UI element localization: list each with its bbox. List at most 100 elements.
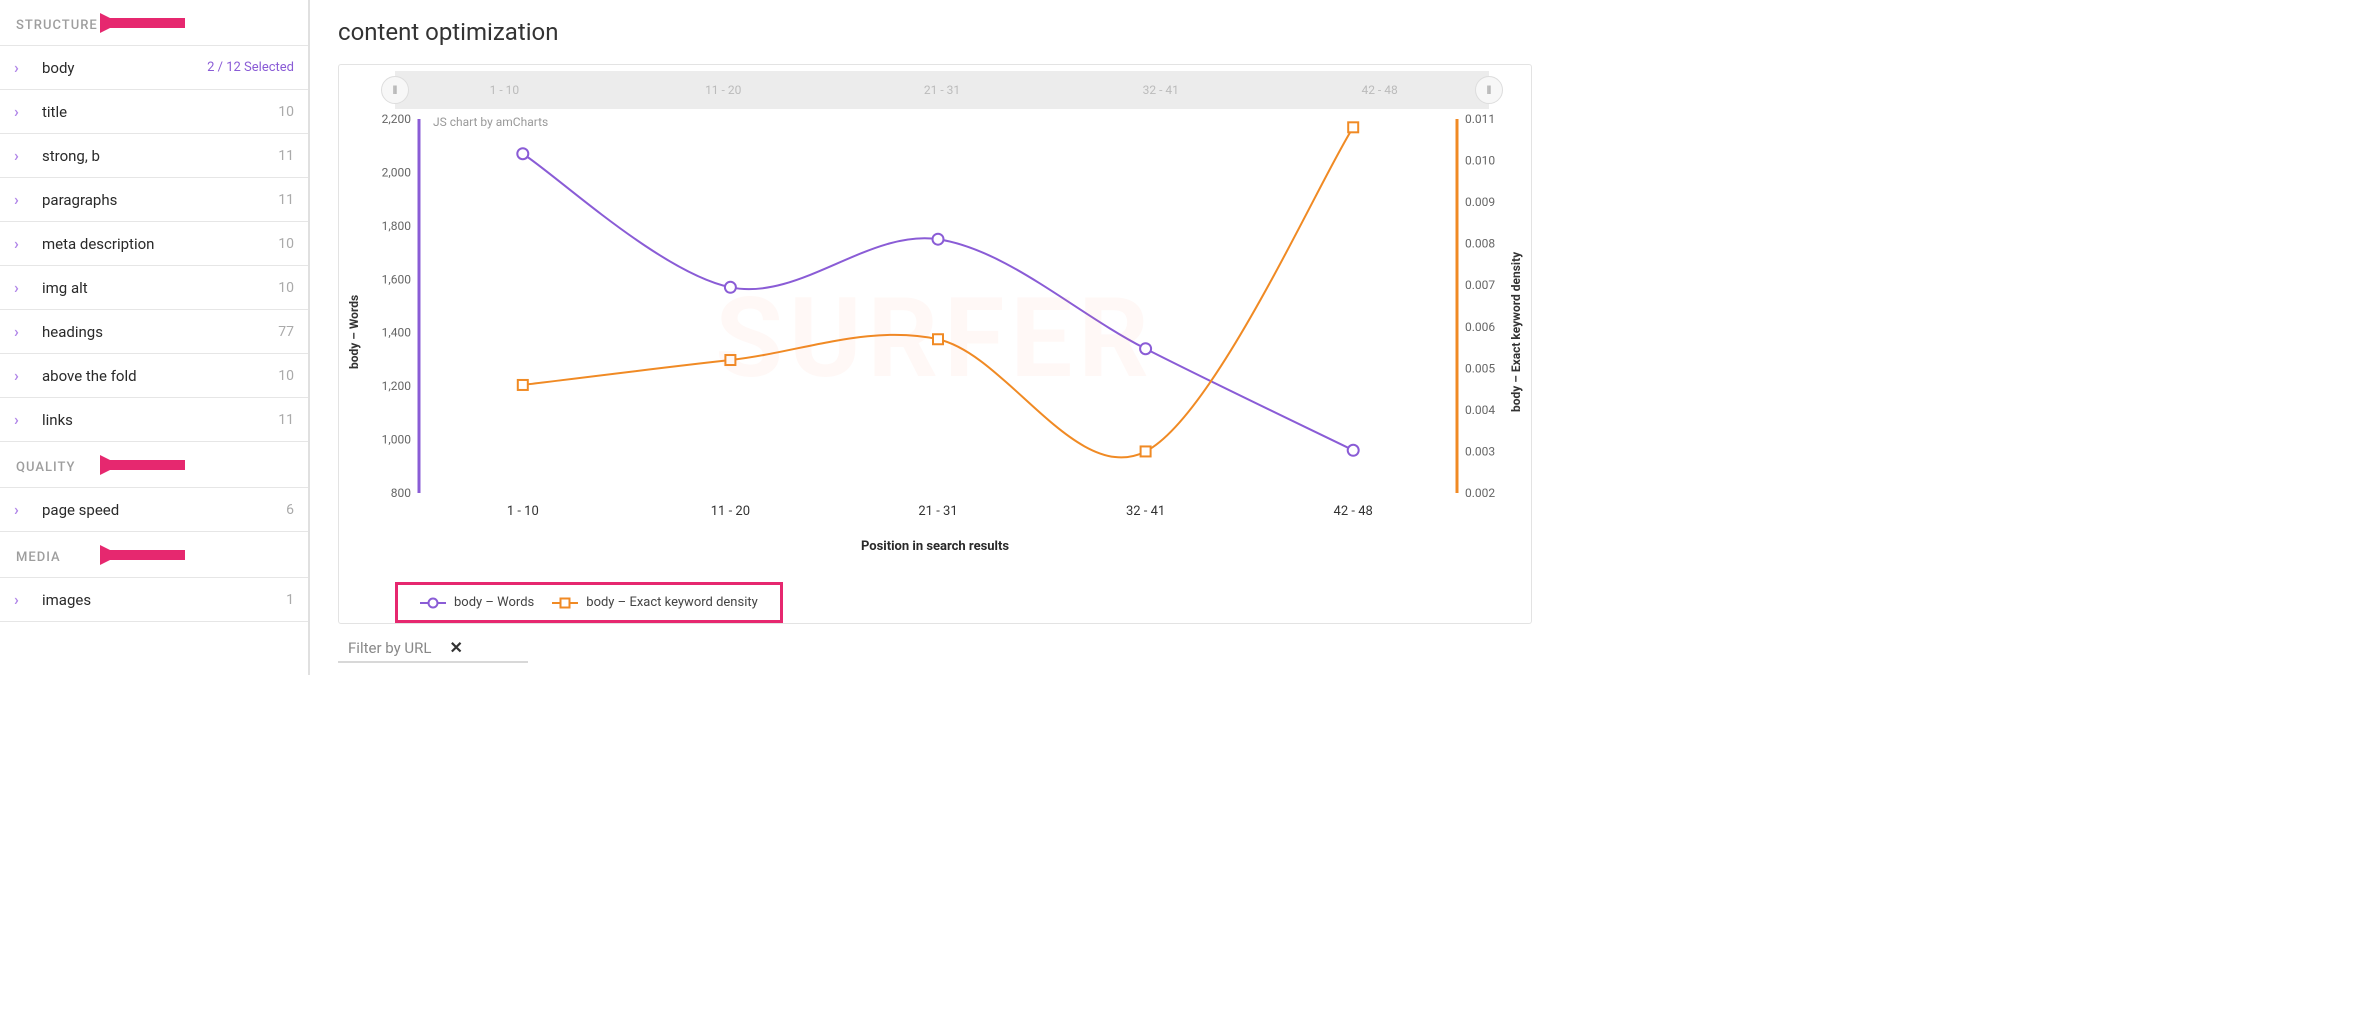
chevron-right-icon: › xyxy=(14,410,34,429)
chevron-right-icon: › xyxy=(14,234,34,253)
sidebar-item-links[interactable]: › links 11 xyxy=(0,398,308,442)
svg-text:2,000: 2,000 xyxy=(382,165,412,179)
range-cat: 32 - 41 xyxy=(1051,83,1270,97)
sidebar-item-meta-description[interactable]: › meta description 10 xyxy=(0,222,308,266)
svg-text:0.011: 0.011 xyxy=(1465,112,1495,126)
annotation-arrow-icon xyxy=(100,448,190,482)
svg-text:2,200: 2,200 xyxy=(382,112,412,126)
sidebar-item-page-speed[interactable]: › page speed 6 xyxy=(0,488,308,532)
item-count: 10 xyxy=(278,104,294,120)
close-icon[interactable]: ✕ xyxy=(449,638,462,657)
range-handle-right[interactable]: ‖ xyxy=(1475,76,1503,104)
range-handle-left[interactable]: ‖ xyxy=(381,76,409,104)
sidebar-item-body[interactable]: › body 2 / 12 Selected xyxy=(0,46,308,90)
range-cat: 21 - 31 xyxy=(833,83,1052,97)
chart-card: ‖ 1 - 10 11 - 20 21 - 31 32 - 41 42 - 48… xyxy=(338,64,1532,624)
legend-line-icon xyxy=(552,602,578,604)
legend-item-density[interactable]: body – Exact keyword density xyxy=(552,595,758,610)
svg-text:1 - 10: 1 - 10 xyxy=(507,504,539,519)
main-content: content optimization ‖ 1 - 10 11 - 20 21… xyxy=(310,0,1560,675)
svg-text:1,800: 1,800 xyxy=(382,219,412,233)
svg-text:1,600: 1,600 xyxy=(382,272,412,286)
svg-text:0.010: 0.010 xyxy=(1465,154,1495,168)
item-label: headings xyxy=(42,323,278,341)
svg-text:0.007: 0.007 xyxy=(1465,278,1495,292)
svg-text:0.004: 0.004 xyxy=(1465,403,1495,417)
sidebar-item-images[interactable]: › images 1 xyxy=(0,578,308,622)
chevron-right-icon: › xyxy=(14,190,34,209)
circle-marker-icon xyxy=(428,597,439,608)
sidebar-item-above-the-fold[interactable]: › above the fold 10 xyxy=(0,354,308,398)
chevron-right-icon: › xyxy=(14,590,34,609)
svg-text:11 - 20: 11 - 20 xyxy=(711,504,750,519)
sidebar-item-paragraphs[interactable]: › paragraphs 11 xyxy=(0,178,308,222)
chevron-right-icon: › xyxy=(14,500,34,519)
item-count: 10 xyxy=(278,280,294,296)
sidebar: STRUCTURE › body 2 / 12 Selected › title… xyxy=(0,0,310,675)
svg-text:0.003: 0.003 xyxy=(1465,444,1495,458)
section-title: STRUCTURE xyxy=(16,18,98,33)
range-scrollbar[interactable]: ‖ 1 - 10 11 - 20 21 - 31 32 - 41 42 - 48… xyxy=(395,71,1489,109)
section-title: MEDIA xyxy=(16,550,61,565)
svg-text:32 - 41: 32 - 41 xyxy=(1126,504,1165,519)
item-count: 11 xyxy=(278,148,294,164)
item-count: 10 xyxy=(278,236,294,252)
item-label: paragraphs xyxy=(42,191,278,209)
svg-text:0.009: 0.009 xyxy=(1465,195,1495,209)
list-structure: › body 2 / 12 Selected › title 10 › stro… xyxy=(0,46,308,442)
sidebar-item-title[interactable]: › title 10 xyxy=(0,90,308,134)
svg-text:1,000: 1,000 xyxy=(382,433,412,447)
chart-svg: 800 1,000 1,200 1,400 1,600 1,800 2,000 2,200 0.… xyxy=(363,109,1507,529)
item-label: images xyxy=(42,591,286,609)
section-header-quality: QUALITY xyxy=(0,442,308,488)
legend-label: body – Exact keyword density xyxy=(586,595,758,610)
svg-text:800: 800 xyxy=(391,486,411,500)
svg-text:21 - 31: 21 - 31 xyxy=(918,504,957,519)
sidebar-item-strong-b[interactable]: › strong, b 11 xyxy=(0,134,308,178)
item-label: title xyxy=(42,103,278,121)
chart-credit[interactable]: JS chart by amCharts xyxy=(433,115,548,129)
y-axis-left-label: body – Words xyxy=(345,109,363,554)
item-label: links xyxy=(42,411,278,429)
item-label: img alt xyxy=(42,279,278,297)
chevron-right-icon: › xyxy=(14,146,34,165)
svg-text:0.005: 0.005 xyxy=(1465,361,1495,375)
item-count: 77 xyxy=(278,324,294,340)
range-cat: 1 - 10 xyxy=(395,83,614,97)
list-media: › images 1 xyxy=(0,578,308,622)
sidebar-item-headings[interactable]: › headings 77 xyxy=(0,310,308,354)
section-title: QUALITY xyxy=(16,460,75,475)
chevron-right-icon: › xyxy=(14,278,34,297)
item-label: page speed xyxy=(42,501,286,519)
item-label: body xyxy=(42,59,207,77)
item-count: 1 xyxy=(286,592,294,608)
item-count: 11 xyxy=(278,412,294,428)
square-marker-icon xyxy=(560,597,571,608)
svg-text:0.002: 0.002 xyxy=(1465,486,1495,500)
section-header-media: MEDIA xyxy=(0,532,308,578)
legend-line-icon xyxy=(420,602,446,604)
annotation-arrow-icon xyxy=(100,6,190,40)
sidebar-item-img-alt[interactable]: › img alt 10 xyxy=(0,266,308,310)
item-count: 6 xyxy=(286,502,294,518)
chart-plot[interactable]: JS chart by amCharts SURFER 8001,0001,20… xyxy=(363,109,1507,554)
item-count: 11 xyxy=(278,192,294,208)
item-selected-count: 2 / 12 Selected xyxy=(207,60,294,75)
svg-text:1,400: 1,400 xyxy=(382,326,412,340)
chart-legend: body – Words body – Exact keyword densit… xyxy=(395,582,783,623)
svg-text:1,200: 1,200 xyxy=(382,379,412,393)
y-axis-right-label: body – Exact keyword density xyxy=(1507,109,1525,554)
legend-label: body – Words xyxy=(454,595,534,610)
svg-text:0.006: 0.006 xyxy=(1465,320,1495,334)
x-axis-label: Position in search results xyxy=(363,539,1507,554)
filter-by-url[interactable]: Filter by URL ✕ xyxy=(338,624,528,663)
page-title: content optimization xyxy=(338,18,1532,46)
range-cat: 42 - 48 xyxy=(1270,83,1489,97)
range-cat: 11 - 20 xyxy=(614,83,833,97)
legend-item-words[interactable]: body – Words xyxy=(420,595,534,610)
filter-placeholder: Filter by URL xyxy=(348,639,431,657)
item-label: above the fold xyxy=(42,367,278,385)
chevron-right-icon: › xyxy=(14,58,34,77)
svg-text:42 - 48: 42 - 48 xyxy=(1334,504,1373,519)
item-label: meta description xyxy=(42,235,278,253)
